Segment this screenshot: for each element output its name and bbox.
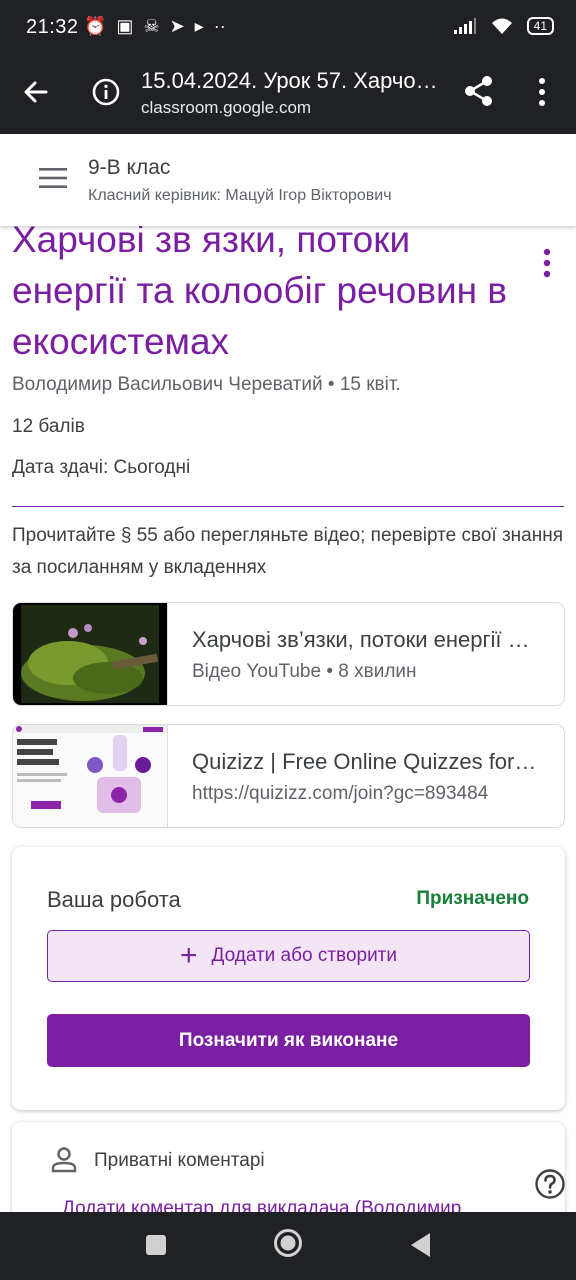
- private-comments-title: Приватні коментарі: [94, 1150, 265, 1171]
- help-icon[interactable]: [534, 1168, 566, 1200]
- divider: [12, 506, 564, 507]
- assignment-points: 12 балів: [12, 416, 85, 437]
- your-work-card: Ваша робота Призначено + Додати або ство…: [12, 847, 565, 1110]
- video-thumbnail: [13, 603, 168, 705]
- private-comments-card: Приватні коментарі Додати коментар для в…: [12, 1122, 565, 1212]
- assignment-title: Харчові зв язки, потоки енергії та колоо…: [12, 226, 508, 362]
- wifi-icon: [491, 18, 512, 34]
- page-title: 15.04.2024. Урок 57. Харчові зв'язки, по…: [141, 68, 446, 93]
- person-icon: [51, 1147, 77, 1173]
- assignment-content: Харчові зв язки, потоки енергії та колоо…: [0, 226, 576, 1212]
- class-teacher: Класний керівник: Мацуй Ігор Вікторович: [88, 187, 392, 204]
- browser-bar: 15.04.2024. Урок 57. Харчові зв'язки, по…: [0, 56, 576, 134]
- navigation-bar: [0, 1212, 576, 1280]
- system-icons: 41: [453, 16, 554, 36]
- share-icon[interactable]: [462, 74, 496, 108]
- attachment-title: Харчові зв’язки, потоки енергії та колоо…: [192, 627, 537, 652]
- signal-icon: [453, 18, 476, 34]
- page-url: classroom.google.com: [141, 98, 312, 117]
- telegram-icon: ➤: [169, 16, 185, 36]
- status-time: 21:32: [26, 16, 79, 38]
- play-icon: ▸: [194, 16, 204, 36]
- more-notifications-icon: ··: [213, 16, 226, 36]
- attachment-youtube[interactable]: Харчові зв’язки, потоки енергії та колоо…: [12, 602, 565, 706]
- assignment-author: Володимир Васильович Череватий • 15 квіт…: [12, 374, 401, 395]
- status-badge: Призначено: [416, 888, 529, 909]
- add-or-create-label: Додати або створити: [211, 945, 398, 966]
- class-header: 9-В клас Класний керівник: Мацуй Ігор Ві…: [0, 134, 576, 226]
- add-comment-link[interactable]: Додати коментар для викладача (Володимир: [62, 1198, 461, 1212]
- add-or-create-button[interactable]: + Додати або створити: [47, 930, 530, 982]
- assignment-more-icon[interactable]: [538, 248, 556, 278]
- your-work-title: Ваша робота: [47, 887, 181, 912]
- recents-icon[interactable]: [146, 1235, 166, 1255]
- alarm-icon: ⏰: [84, 16, 107, 36]
- assignment-due: Дата здачі: Сьогодні: [12, 457, 191, 478]
- skull-icon: ☠: [143, 16, 160, 36]
- home-icon[interactable]: [273, 1228, 303, 1258]
- status-bar: 21:32 ⏰ ▣ ☠ ➤ ▸ ·· 41: [0, 0, 576, 56]
- mark-as-done-button[interactable]: Позначити як виконане: [47, 1014, 530, 1067]
- nfc-icon: ▣: [116, 16, 134, 36]
- back-arrow-icon[interactable]: [18, 74, 54, 110]
- assignment-description: Прочитайте § 55 або перегляньте відео; п…: [12, 525, 563, 578]
- menu-icon[interactable]: [38, 166, 68, 190]
- notification-icons: ⏰ ▣ ☠ ➤ ▸ ··: [84, 16, 226, 37]
- more-vert-icon[interactable]: [530, 76, 554, 108]
- nav-back-icon[interactable]: [408, 1231, 432, 1259]
- quizizz-thumbnail: [13, 725, 168, 827]
- plus-icon: +: [179, 939, 198, 972]
- attachment-subtitle: https://quizizz.com/join?gc=893484: [192, 783, 489, 804]
- attachment-subtitle: Відео YouTube • 8 хвилин: [192, 661, 417, 682]
- battery-icon: 41: [526, 17, 554, 35]
- info-icon[interactable]: [90, 76, 122, 108]
- class-name: 9-В клас: [88, 156, 171, 179]
- attachment-title: Quizizz | Free Online Quizzes for Work: [192, 749, 537, 774]
- attachment-quizizz[interactable]: Quizizz | Free Online Quizzes for Work h…: [12, 724, 565, 828]
